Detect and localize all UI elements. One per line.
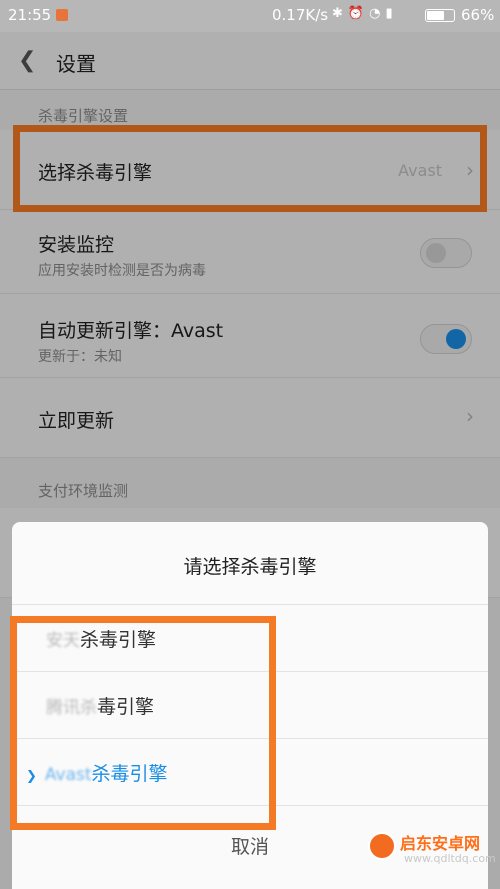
status-icons: ✱⏰◔▮ [332,6,398,21]
wifi-icon: ◔ [369,6,386,21]
dialog-title: 请选择杀毒引擎 [183,556,317,578]
watermark: 启东安卓网 www.qdltdq.com [360,820,500,889]
signal-icon: ▮ [385,6,398,21]
watermark-url: www.qdltdq.com [404,852,496,865]
alarm-icon: ⏰ [347,6,370,21]
battery-percent: 66% [461,6,495,24]
watermark-name: 启东安卓网 [400,834,481,853]
network-speed: 0.17K/s [272,6,329,24]
battery-icon [425,9,455,22]
bluetooth-icon: ✱ [332,6,348,21]
battery-fill [427,11,445,20]
highlight-box-engine-options [10,616,276,830]
notification-app-icon [56,9,68,21]
watermark-logo-icon [368,832,396,860]
settings-screen: ❮ 设置 杀毒引擎设置 选择杀毒引擎 Avast › 安装监控 应用安装时检测是… [0,32,500,889]
status-time: 21:55 [8,6,52,24]
status-bar: 21:55 0.17K/s ✱⏰◔▮ 66% [0,0,500,32]
